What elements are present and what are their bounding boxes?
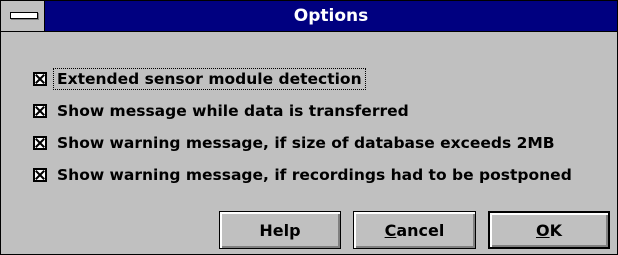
checkbox-checked-icon[interactable] [33, 72, 47, 86]
option-postponed-recordings-warning[interactable]: Show warning message, if recordings had … [33, 159, 575, 191]
option-label: Extended sensor module detection [53, 68, 366, 90]
cancel-mnemonic: C [384, 220, 397, 240]
option-extended-sensor-detection[interactable]: Extended sensor module detection [33, 63, 575, 95]
option-label: Show warning message, if size of databas… [57, 134, 555, 152]
cancel-button-label: ancel [396, 220, 445, 240]
ok-button-label: K [549, 220, 562, 240]
window-title: Options [293, 6, 369, 26]
option-show-transfer-message[interactable]: Show message while data is transferred [33, 95, 575, 127]
checkbox-checked-icon[interactable] [33, 104, 47, 118]
help-button[interactable]: Help [219, 211, 341, 249]
title-bar[interactable]: Options [1, 1, 617, 32]
system-menu-icon [10, 12, 38, 19]
option-label: Show warning message, if recordings had … [57, 166, 572, 184]
option-database-size-warning[interactable]: Show warning message, if size of databas… [33, 127, 575, 159]
checkbox-checked-icon[interactable] [33, 136, 47, 150]
checkbox-checked-icon[interactable] [33, 168, 47, 182]
ok-button[interactable]: OK [488, 211, 610, 249]
option-label: Show message while data is transferred [57, 102, 409, 120]
button-row: Help Cancel OK [1, 211, 617, 251]
cancel-button[interactable]: Cancel [353, 211, 476, 249]
help-button-label: Help [259, 220, 301, 240]
ok-mnemonic: O [535, 220, 550, 240]
options-list: Extended sensor module detection Show me… [33, 63, 575, 191]
options-dialog: Options Extended sensor module detection… [0, 0, 618, 255]
system-menu-button[interactable] [1, 1, 45, 31]
